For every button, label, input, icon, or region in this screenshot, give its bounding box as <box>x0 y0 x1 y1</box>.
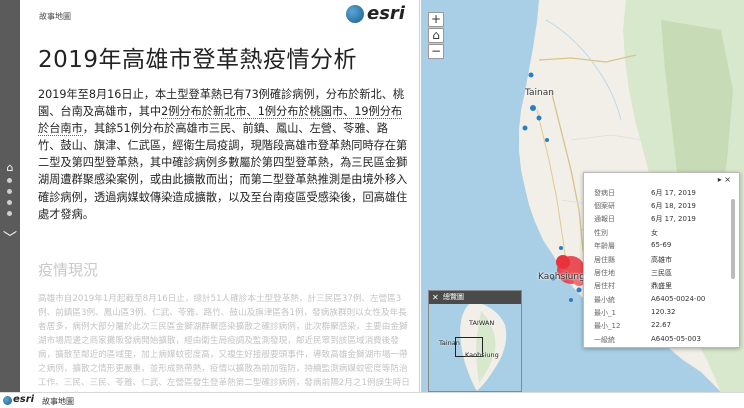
popup-field-value: 鼎盛里 <box>651 282 672 290</box>
popup-row: 一級統 A6405-05-003 <box>589 335 724 348</box>
overview-label-kaohsiung: Kaohsiung <box>465 351 499 359</box>
esri-logo[interactable]: esri <box>346 3 416 25</box>
feature-popup: ▸ × 發病日 6月 17, 2019 個案研 6月 18, 2019 通報日 6月 … <box>583 172 740 348</box>
popup-field-value: 高雄市 <box>651 256 672 264</box>
popup-scrollbar[interactable] <box>731 199 735 279</box>
section-dot-2[interactable] <box>7 189 12 194</box>
popup-field-value: 女 <box>651 229 658 237</box>
popup-row: 居住地 三民區 <box>589 268 724 281</box>
map-label-tainan: Tainan <box>525 88 554 98</box>
popup-field-label: 最小_1 <box>594 309 616 317</box>
popup-field-value: 三民區 <box>651 269 672 277</box>
popup-field-label: 發病日 <box>594 189 615 197</box>
overview-title: 總覽圖 <box>443 293 464 301</box>
story-map-app: ⌂ ﹀ 故事地圖 esri 2019年高雄市登革熱疫情分析 2019年至8月16… <box>0 0 744 408</box>
popup-field-label: 一級統 <box>594 336 615 344</box>
chevron-down-icon[interactable]: ﹀ <box>2 232 18 246</box>
popup-field-value: 6月 17, 2019 <box>651 189 696 197</box>
para1-text-b: ，其餘51例分布於高雄市三民、前鎮、鳳山、左營、苓雅、路竹、鼓山、旗津、仁武區，… <box>38 122 408 221</box>
popup-field-value: 6月 18, 2019 <box>651 202 696 210</box>
popup-row: 年齡層 65-69 <box>589 241 724 254</box>
popup-field-value: 120.32 <box>651 308 676 316</box>
story-map-brand: 故事地圖 <box>39 12 71 21</box>
panel-header: 故事地圖 esri <box>20 0 419 30</box>
popup-row: 通報日 6月 17, 2019 <box>589 214 724 227</box>
popup-field-label: 通報日 <box>594 215 615 223</box>
zoom-in-button[interactable]: + <box>428 12 444 27</box>
popup-field-value: 22.67 <box>651 321 672 329</box>
popup-field-value: 6月 17, 2019 <box>651 215 696 223</box>
popup-controls[interactable]: ▸ × <box>718 175 731 184</box>
popup-field-value: A6405-0024-00 <box>651 295 706 303</box>
popup-row: 最小統 A6405-0024-00 <box>589 295 724 308</box>
section-dot-3[interactable] <box>7 200 12 205</box>
zoom-out-button[interactable]: − <box>428 44 444 59</box>
footer-esri-logo[interactable]: esri <box>13 394 34 405</box>
popup-field-label: 居住縣 <box>594 256 615 264</box>
popup-row: 發病日 6月 17, 2019 <box>589 188 724 201</box>
home-extent-button[interactable]: ⌂ <box>428 28 444 43</box>
overview-label-taiwan: TAIWAN <box>469 319 495 327</box>
map-label-kaohsiung: Kaohsiung <box>538 272 585 282</box>
popup-row: 最小_1 120.32 <box>589 308 724 321</box>
popup-row: 居住村 鼎盛里 <box>589 281 724 294</box>
overview-map[interactable]: ✕ 總覽圖 TAIWAN Tainan Kaohsiung <box>428 290 522 392</box>
esri-logo-text: esri <box>367 3 405 24</box>
footer-title: 故事地圖 <box>42 397 74 406</box>
popup-row: 居住縣 高雄市 <box>589 255 724 268</box>
page-title: 2019年高雄市登革熱疫情分析 <box>38 47 358 73</box>
popup-field-label: 性別 <box>594 229 608 237</box>
popup-field-label: 最小統 <box>594 296 615 304</box>
popup-row: 個案研 6月 18, 2019 <box>589 201 724 214</box>
popup-field-label: 個案研 <box>594 202 615 210</box>
popup-field-label: 年齡層 <box>594 242 615 250</box>
section-heading-current-status: 疫情現況 <box>38 261 99 279</box>
popup-field-label: 最小_12 <box>594 322 621 330</box>
section-dot-1[interactable] <box>7 178 12 183</box>
overview-close-icon[interactable]: ✕ <box>432 291 439 304</box>
story-panel: 故事地圖 esri 2019年高雄市登革熱疫情分析 2019年至8月16日止，本… <box>20 0 420 392</box>
story-paragraph-1: 2019年至8月16日止，本土型登革熱已有73例確診病例，分布於新北、桃園、台南… <box>38 86 410 223</box>
esri-globe-icon <box>3 396 12 405</box>
popup-row: 性別 女 <box>589 228 724 241</box>
popup-field-label: 居住村 <box>594 282 615 290</box>
footer-bar: esri 故事地圖 <box>0 392 744 408</box>
navigation-rail: ⌂ ﹀ <box>0 0 20 392</box>
esri-globe-icon <box>346 5 364 23</box>
popup-field-value: A6405-05-003 <box>651 335 701 343</box>
popup-field-label: 居住地 <box>594 269 615 277</box>
popup-field-value: 65-69 <box>651 241 672 249</box>
story-paragraph-2: 高雄市自2019年1月起截至8月16日止，總計51人確診本土型登革熱，計三民區3… <box>38 294 410 388</box>
popup-row: 最小_12 22.67 <box>589 321 724 334</box>
section-dot-4[interactable] <box>7 211 12 216</box>
overview-header: ✕ 總覽圖 <box>429 291 521 304</box>
home-icon[interactable]: ⌂ <box>4 162 16 174</box>
